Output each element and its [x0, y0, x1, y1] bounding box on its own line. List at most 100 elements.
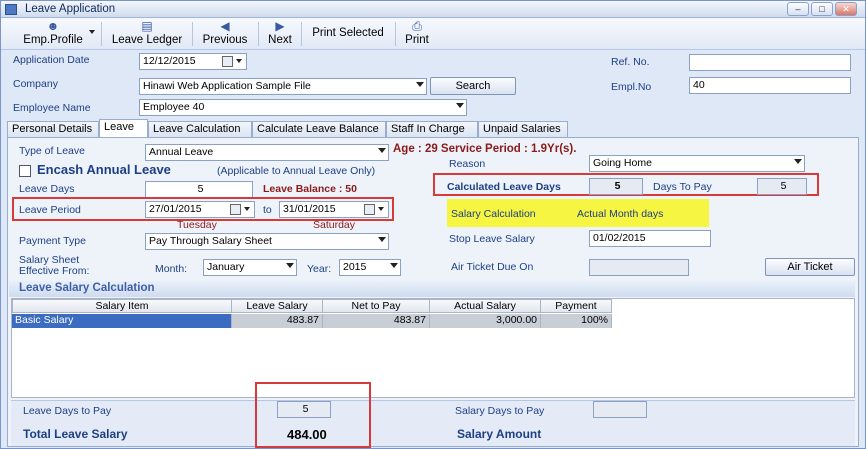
application-date-field[interactable]: 12/12/2015 — [139, 53, 247, 70]
reason-select[interactable]: Going Home — [589, 155, 805, 172]
toolbar: ☻ Emp.Profile ▤ Leave Ledger ◀ Previous … — [1, 18, 865, 50]
chevron-down-icon[interactable] — [378, 207, 384, 211]
chevron-down-icon[interactable] — [236, 59, 242, 63]
company-select[interactable]: Hinawi Web Application Sample File — [139, 78, 427, 95]
ref-no-field[interactable] — [689, 54, 851, 71]
annotation-box-total — [255, 382, 371, 448]
minimize-button[interactable]: – — [787, 2, 809, 16]
payment-type-select[interactable]: Pay Through Salary Sheet — [145, 233, 389, 250]
cell-salary-item[interactable]: Basic Salary — [12, 314, 232, 328]
cell-actual-salary[interactable]: 3,000.00 — [430, 314, 541, 328]
month-select[interactable]: January — [203, 259, 297, 276]
days-to-pay-value: 5 — [757, 178, 807, 195]
tab-staff-in-charge[interactable]: Staff In Charge — [386, 121, 478, 138]
column-net-to-pay[interactable]: Net to Pay — [322, 299, 430, 313]
leave-days-to-pay-label: Leave Days to Pay — [23, 405, 112, 417]
encash-annual-leave-checkbox[interactable] — [19, 165, 31, 177]
application-date-label: Application Date — [13, 54, 90, 66]
employee-name-select[interactable]: Employee 40 — [139, 99, 467, 116]
leave-application-window: Leave Application – □ ✕ ☻ Emp.Profile ▤ … — [0, 0, 866, 449]
encash-annual-leave-label: Encash Annual Leave — [37, 162, 171, 177]
leave-period-label: Leave Period — [19, 204, 81, 216]
employee-name-label: Employee Name — [13, 102, 91, 114]
cell-leave-salary[interactable]: 483.87 — [232, 314, 323, 328]
calculated-leave-days-label: Calculated Leave Days — [447, 181, 561, 193]
salary-grid: Salary Item Leave Salary Net to Pay Actu… — [11, 298, 855, 398]
leave-days-field[interactable]: 5 — [145, 181, 253, 198]
age-service-text: Age : 29 Service Period : 1.9Yr(s). — [393, 143, 577, 155]
cell-net-to-pay[interactable]: 483.87 — [323, 314, 430, 328]
chevron-down-icon — [794, 159, 802, 164]
toolbar-separator — [301, 22, 302, 46]
chevron-down-icon — [416, 82, 424, 87]
salary-calculation-value[interactable]: Actual Month days — [577, 208, 663, 220]
encash-note: (Applicable to Annual Leave Only) — [217, 165, 376, 177]
column-leave-salary[interactable]: Leave Salary — [231, 299, 323, 313]
type-of-leave-select[interactable]: Annual Leave — [145, 144, 389, 161]
footer-summary — [11, 400, 855, 446]
year-label: Year: — [307, 263, 332, 275]
next-button[interactable]: ▶ Next — [263, 19, 297, 49]
ledger-icon: ▤ — [141, 19, 153, 33]
toolbar-separator — [101, 22, 102, 46]
air-ticket-due-label: Air Ticket Due On — [451, 261, 534, 273]
tab-personal-details[interactable]: Personal Details — [7, 121, 99, 138]
previous-button[interactable]: ◀ Previous — [197, 19, 253, 49]
leave-to-date-field[interactable]: 31/01/2015 — [279, 201, 389, 218]
column-payment[interactable]: Payment — [540, 299, 612, 313]
arrow-left-icon: ◀ — [220, 19, 230, 33]
days-to-pay-label: Days To Pay — [653, 181, 712, 193]
arrow-right-icon: ▶ — [275, 19, 285, 33]
company-label: Company — [13, 78, 58, 90]
air-ticket-button[interactable]: Air Ticket — [765, 258, 855, 276]
tab-leave[interactable]: Leave — [99, 119, 148, 138]
salary-days-to-pay-value — [593, 401, 647, 418]
cell-payment[interactable]: 100% — [541, 314, 612, 328]
column-salary-item[interactable]: Salary Item — [12, 299, 232, 313]
to-label: to — [263, 204, 272, 216]
leave-ledger-button[interactable]: ▤ Leave Ledger — [107, 19, 187, 49]
tab-leave-calculation[interactable]: Leave Calculation — [148, 121, 252, 138]
title-bar: Leave Application – □ ✕ — [1, 1, 865, 18]
search-button[interactable]: Search — [430, 77, 516, 95]
calculated-leave-days-value: 5 — [589, 178, 643, 195]
chevron-down-icon — [286, 263, 294, 268]
leave-salary-calculation-header: Leave Salary Calculation — [9, 281, 855, 297]
chevron-down-icon — [390, 263, 398, 268]
month-label: Month: — [155, 263, 188, 275]
stop-leave-salary-field[interactable]: 01/02/2015 — [589, 230, 711, 247]
column-actual-salary[interactable]: Actual Salary — [429, 299, 541, 313]
calendar-icon[interactable] — [364, 204, 375, 215]
calendar-icon[interactable] — [230, 204, 241, 215]
year-select[interactable]: 2015 — [339, 259, 401, 276]
chevron-down-icon[interactable] — [89, 30, 95, 34]
chevron-down-icon — [378, 237, 386, 242]
salary-amount-label: Salary Amount — [457, 427, 542, 441]
maximize-button[interactable]: □ — [811, 2, 833, 16]
window-title: Leave Application — [25, 3, 116, 15]
total-leave-salary-label: Total Leave Salary — [23, 427, 128, 441]
app-icon — [5, 4, 17, 15]
emp-profile-button[interactable]: ☻ Emp.Profile — [11, 19, 95, 49]
calendar-icon[interactable] — [222, 56, 233, 67]
chevron-down-icon — [378, 148, 386, 153]
user-icon: ☻ — [46, 19, 60, 33]
empl-no-field[interactable]: 40 — [689, 77, 851, 94]
leave-days-label: Leave Days — [19, 183, 75, 195]
effective-from-label: Effective From: — [19, 265, 90, 277]
tab-calculate-leave-balance[interactable]: Calculate Leave Balance — [252, 121, 386, 138]
ref-no-label: Ref. No. — [611, 56, 650, 68]
payment-type-label: Payment Type — [19, 235, 86, 247]
print-selected-button[interactable]: Print Selected — [306, 26, 390, 56]
empl-no-label: Empl.No — [611, 81, 652, 93]
salary-calculation-label: Salary Calculation — [451, 208, 536, 220]
print-button[interactable]: ⎙ Print — [400, 19, 434, 49]
reason-label: Reason — [449, 158, 486, 170]
table-row[interactable]: Basic Salary 483.87 483.87 3,000.00 100% — [12, 314, 612, 328]
toolbar-separator — [258, 22, 259, 46]
close-button[interactable]: ✕ — [835, 2, 857, 16]
tab-unpaid-salaries[interactable]: Unpaid Salaries — [478, 121, 568, 138]
air-ticket-due-field[interactable] — [589, 259, 689, 276]
chevron-down-icon[interactable] — [244, 207, 250, 211]
leave-from-date-field[interactable]: 27/01/2015 — [145, 201, 255, 218]
